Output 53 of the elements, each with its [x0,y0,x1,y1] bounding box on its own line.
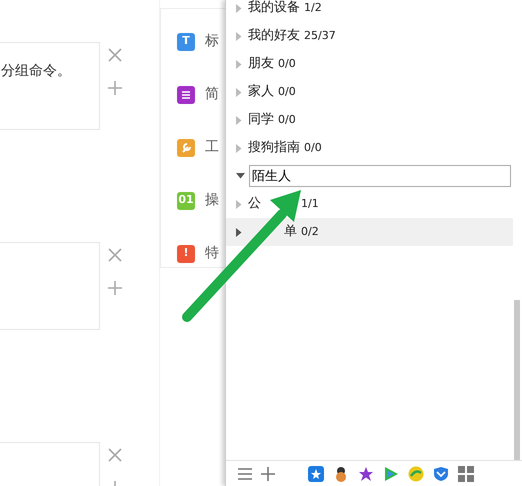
contact-group-row[interactable]: 搜狗指南 0/0 [226,134,513,162]
close-icon[interactable] [107,46,123,62]
group-name: 我的设备 [248,0,300,18]
figure-app-icon[interactable] [333,466,349,482]
module-label[interactable]: 标 [205,31,219,52]
shield-icon[interactable] [433,466,449,482]
editor-block[interactable] [0,242,100,330]
group-count: 0/0 [278,56,296,72]
play-app-icon[interactable] [383,466,399,482]
icon-label: ! [183,245,189,262]
icon-label: T [182,33,190,50]
add-icon[interactable] [107,279,123,295]
group-name: 公 [248,195,261,214]
group-count: 0/0 [278,112,296,128]
group-count: 0/0 [304,140,322,156]
group-count: 25/37 [304,28,336,44]
expanded-caret-icon[interactable] [236,173,245,179]
menu-icon[interactable] [238,468,252,480]
module-label[interactable]: 操 [205,190,219,211]
module-label[interactable]: 简 [205,84,219,105]
group-count: 1/2 [304,0,322,16]
rename-field[interactable]: 陌生人 [249,165,511,187]
contact-group-row[interactable]: 家人 0/0 [226,78,513,106]
ball-app-icon[interactable] [408,466,424,482]
group-name: 搜狗指南 [248,139,300,158]
contact-group-row[interactable]: 公 1/1 [226,190,513,218]
contact-group-row[interactable]: 我的设备 1/2 [226,0,513,22]
flower-app-icon[interactable] [358,466,374,482]
group-name: 朋友 [248,55,274,74]
group-name: 同学 [248,111,274,130]
contact-group-row[interactable]: 同学 0/0 [226,106,513,134]
group-count: 1/1 [301,196,319,212]
group-count: 0/0 [278,84,296,100]
group-name: 我的好友 [248,27,300,46]
module-label[interactable]: 工 [205,137,219,158]
add-icon[interactable] [261,466,275,480]
collapsed-caret-icon[interactable] [236,228,242,236]
contact-group-row[interactable]: 我的好友 25/37 [226,22,513,50]
editor-block[interactable]: 分组命令。 [0,42,100,130]
close-icon[interactable] [107,246,123,262]
contact-group-row[interactable]: 陌生人 [226,162,513,190]
close-icon[interactable] [107,446,123,462]
group-count: 0/2 [301,224,319,240]
contact-group-row[interactable]: 朋友 0/0 [226,50,513,78]
add-icon[interactable] [107,79,123,95]
group-name: 单 [284,223,297,242]
module-label[interactable]: 特 [205,243,219,264]
scrollbar[interactable] [514,300,520,460]
contact-group-row[interactable]: 单 0/2 [226,218,513,246]
group-name: 家人 [248,83,274,102]
block-text: 分组命令。 [1,63,71,79]
grid-icon[interactable] [458,466,474,482]
icon-label: 01 [178,192,194,208]
